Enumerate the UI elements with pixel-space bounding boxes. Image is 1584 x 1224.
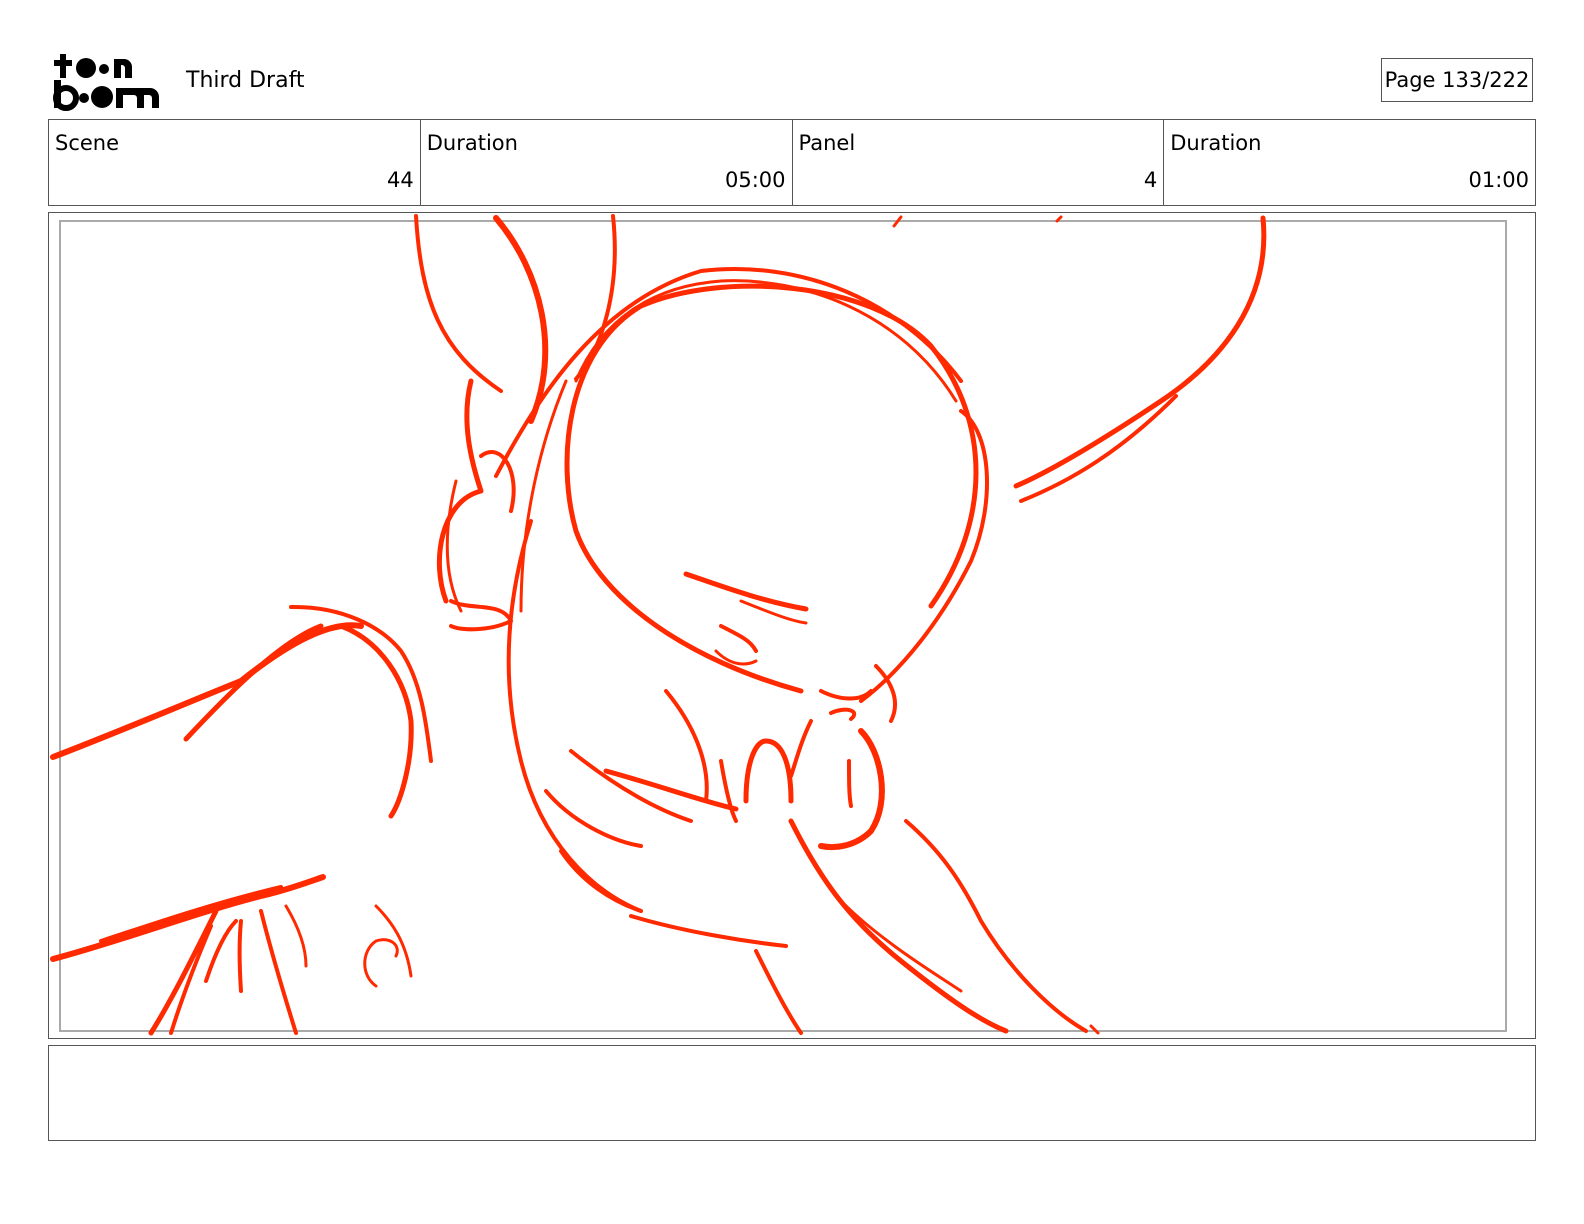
panel-info-row: Scene 44 Duration 05:00 Panel 4 Duration… [48, 119, 1536, 206]
scene-cell: Scene 44 [49, 120, 420, 205]
scene-duration-label: Duration [426, 131, 518, 155]
scene-duration-value: 05:00 [724, 168, 786, 192]
sketch-drawing [50, 214, 1267, 1036]
scene-value: 44 [387, 168, 414, 192]
scene-label: Scene [55, 131, 120, 155]
scene-duration-cell: Duration 05:00 [419, 120, 792, 205]
panel-duration-label: Duration [1170, 131, 1262, 155]
panel-duration-cell: Duration 01:00 [1163, 120, 1535, 205]
panel-duration-value: 01:00 [1468, 168, 1529, 192]
draft-title: Third Draft [186, 68, 305, 93]
toon-boom-logo-icon [53, 54, 159, 111]
panel-cell: Panel 4 [791, 120, 1164, 205]
notes-box [48, 1045, 1536, 1141]
toon-boom-logo [52, 50, 164, 112]
page-indicator: Page 133/222 [1381, 58, 1533, 102]
panel-value: 4 [1143, 168, 1158, 192]
storyboard-panel [48, 212, 1536, 1039]
panel-label: Panel [798, 131, 856, 155]
